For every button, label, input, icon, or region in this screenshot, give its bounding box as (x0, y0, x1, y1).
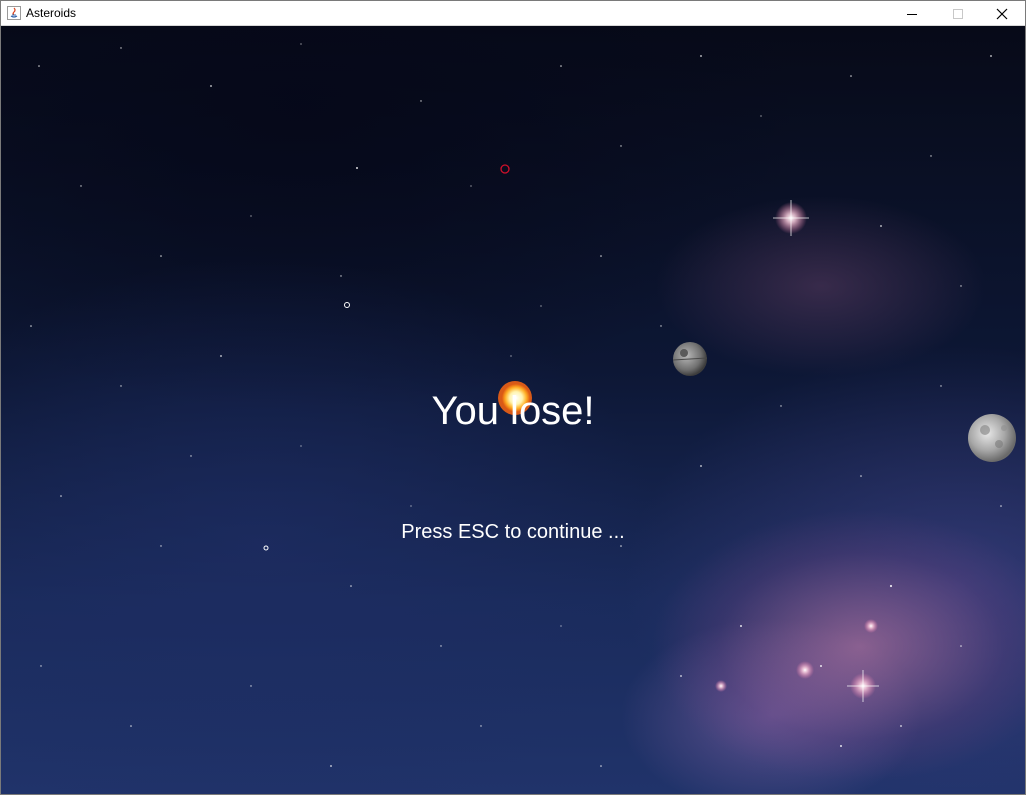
asteroid-small (344, 302, 350, 308)
app-window: Asteroids You lose! Press ESC to continu… (0, 0, 1026, 795)
asteroid-small (263, 545, 269, 551)
maximize-button[interactable] (935, 1, 981, 26)
title-bar[interactable]: Asteroids (1, 1, 1025, 26)
continue-prompt: Press ESC to continue ... (401, 521, 625, 543)
target-ring (500, 164, 510, 174)
maximize-icon (953, 8, 963, 19)
death-star-asteroid (672, 342, 708, 376)
game-over-message: You lose! (431, 389, 595, 433)
minimize-button[interactable] (889, 1, 935, 26)
minimize-icon (907, 13, 917, 15)
close-button[interactable] (979, 1, 1025, 26)
window-title: Asteroids (26, 6, 77, 20)
java-app-icon (7, 6, 21, 20)
game-canvas[interactable]: You lose! Press ESC to continue ... (1, 26, 1025, 794)
close-icon (996, 8, 1008, 19)
